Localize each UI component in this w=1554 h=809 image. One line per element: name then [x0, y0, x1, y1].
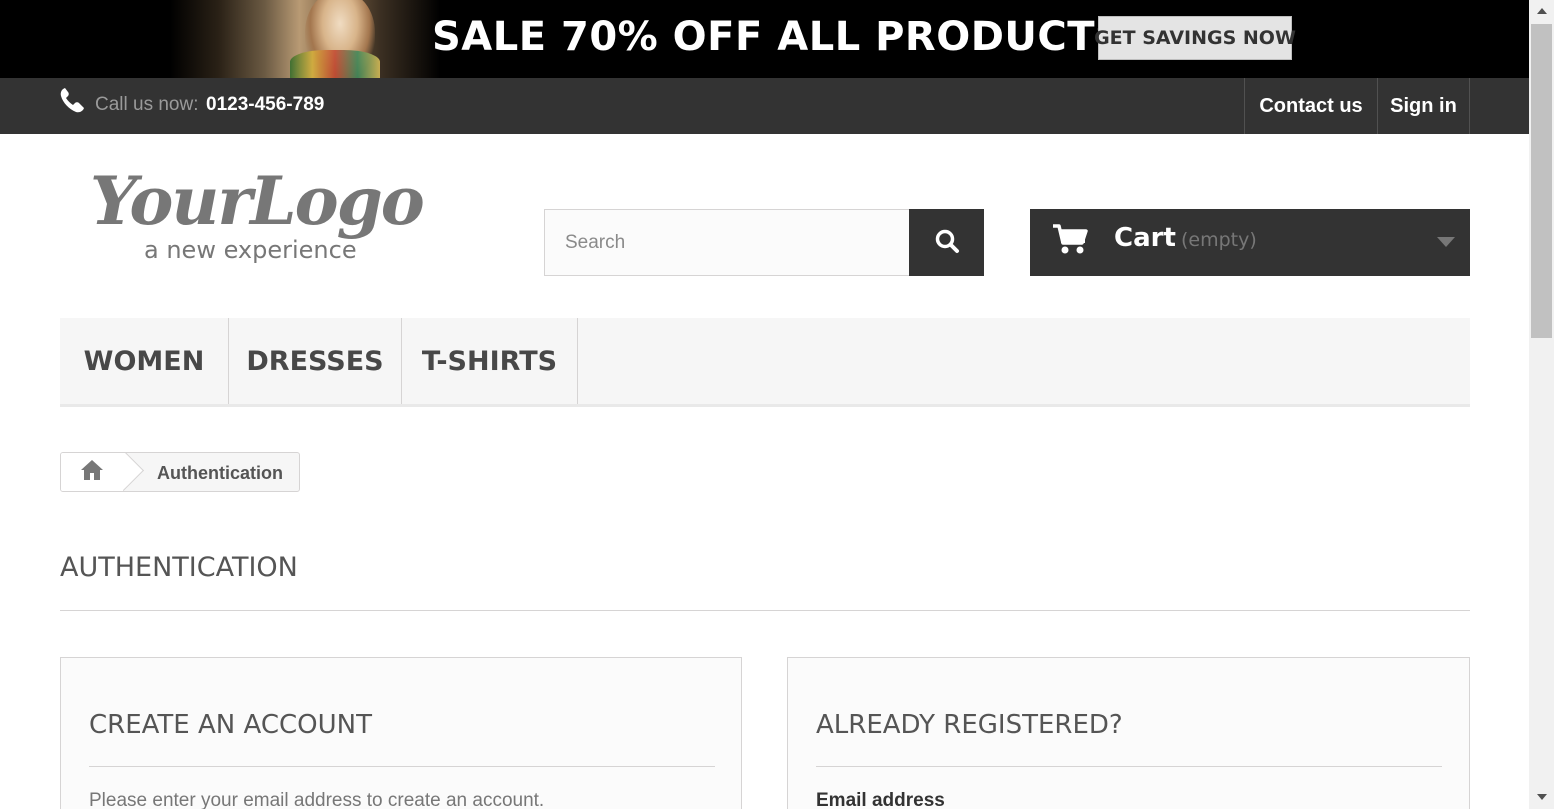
page-title: AUTHENTICATION — [60, 552, 298, 583]
create-account-instruction: Please enter your email address to creat… — [89, 790, 545, 809]
login-title: ALREADY REGISTERED? — [816, 710, 1123, 740]
promo-banner[interactable]: SALE 70% OFF ALL PRODUCTS GET SAVINGS NO… — [0, 0, 1529, 78]
breadcrumb-home-link[interactable] — [61, 453, 123, 491]
breadcrumb: Authentication — [60, 452, 300, 492]
get-savings-button[interactable]: GET SAVINGS NOW — [1094, 16, 1296, 60]
breadcrumb-current: Authentication — [157, 463, 283, 483]
cart-label: Cart — [1114, 223, 1176, 253]
create-account-panel: CREATE AN ACCOUNT Please enter your emai… — [60, 657, 742, 809]
main-menu: WOMEN DRESSES T-SHIRTS — [60, 318, 1470, 407]
login-panel: ALREADY REGISTERED? Email address — [787, 657, 1470, 809]
create-account-title: CREATE AN ACCOUNT — [89, 710, 372, 740]
cart-status: (empty) — [1181, 229, 1257, 251]
page: SALE 70% OFF ALL PRODUCTS GET SAVINGS NO… — [0, 0, 1529, 809]
login-divider — [816, 766, 1442, 767]
page-scrollbar[interactable] — [1529, 0, 1554, 809]
menu-item-women[interactable]: WOMEN — [60, 318, 229, 404]
scroll-down-arrow-icon[interactable] — [1537, 794, 1547, 800]
scrollbar-thumb[interactable] — [1531, 24, 1552, 338]
create-account-divider — [89, 766, 715, 767]
scroll-up-arrow-icon[interactable] — [1537, 8, 1547, 14]
banner-headline: SALE 70% OFF ALL PRODUCTS — [432, 14, 1125, 60]
phone-icon — [59, 86, 85, 119]
search-button[interactable] — [909, 209, 984, 276]
sign-in-link[interactable]: Sign in — [1377, 78, 1470, 134]
menu-item-t-shirts[interactable]: T-SHIRTS — [402, 318, 578, 404]
logo-wordmark: YourLogo — [90, 162, 425, 240]
contact-us-link[interactable]: Contact us — [1244, 78, 1377, 134]
search-input[interactable] — [544, 209, 910, 276]
cart-dropdown[interactable]: Cart (empty) — [1030, 209, 1470, 276]
call-us-label: Call us now: — [95, 94, 199, 115]
cart-icon — [1052, 222, 1088, 261]
phone-number: 0123-456-789 — [206, 94, 325, 115]
logo-tagline: a new experience — [144, 236, 357, 264]
chevron-down-icon — [1437, 237, 1455, 247]
menu-item-dresses[interactable]: DRESSES — [229, 318, 402, 404]
email-address-label: Email address — [816, 790, 945, 809]
store-logo[interactable]: YourLogo a new experience — [90, 162, 450, 272]
search-icon — [934, 228, 960, 257]
home-icon — [80, 459, 104, 486]
title-divider — [60, 610, 1470, 611]
banner-model-dress — [290, 50, 380, 78]
